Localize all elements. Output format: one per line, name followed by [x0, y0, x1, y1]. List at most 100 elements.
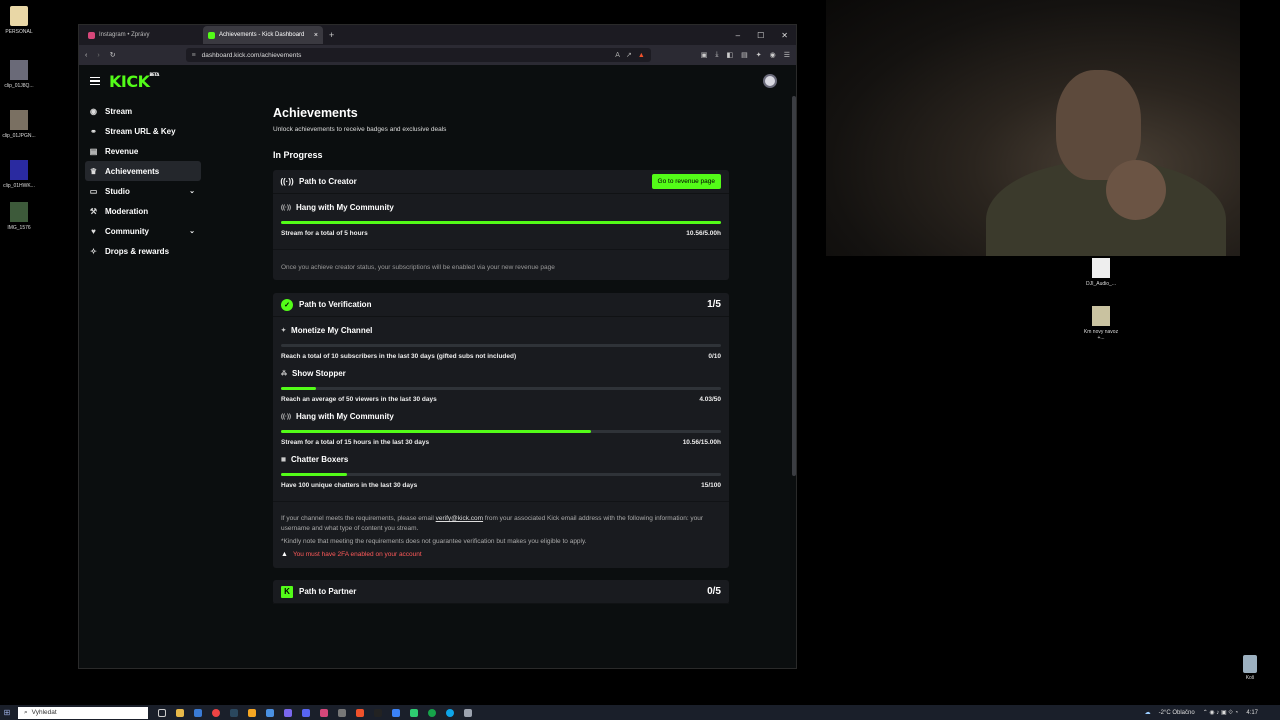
achievement-item: ((·)) Hang with My Community Stream for a… [273, 403, 729, 446]
achievement-title: Hang with My Community [296, 203, 394, 212]
recycle-bin[interactable]: Koš [1239, 655, 1261, 681]
translate-icon[interactable]: A [615, 52, 620, 59]
app-icon[interactable] [338, 708, 346, 717]
chat-icon: ◼ [281, 457, 286, 463]
desktop-icon-img[interactable]: IMG_1576 [0, 202, 38, 231]
wallet-icon[interactable]: ▤ [741, 51, 748, 59]
new-tab-button[interactable]: + [329, 30, 334, 40]
taskbar-apps [158, 708, 472, 717]
extension-icon[interactable]: ✦ [756, 51, 762, 59]
page-title: Achievements [273, 106, 358, 120]
back-icon[interactable]: ‹ [85, 52, 87, 59]
achievement-title: Chatter Boxers [290, 455, 349, 464]
achievement-item: ((·)) Hang with My Community Stream for a… [273, 194, 729, 237]
reload-icon[interactable]: ↻ [110, 51, 116, 59]
brave-shield-icon[interactable]: ▲ [638, 52, 645, 59]
sidebar-icon[interactable]: ◧ [726, 51, 733, 59]
system-tray: ☁ -2°C Oblačno ⌃ ◉ ♪ ▣ ⟐ ◔ 4:17 [1145, 709, 1280, 717]
task-view-icon[interactable] [158, 708, 166, 717]
go-to-revenue-button[interactable]: Go to revenue page [651, 174, 721, 189]
minimize-icon[interactable]: – [736, 31, 740, 40]
video-file-icon [10, 60, 28, 80]
achievement-item: ✦ Monetize My Channel Reach a total of 10… [273, 317, 729, 360]
card-title: Path to Verification [299, 300, 372, 309]
app-header: KICKBETA [79, 66, 796, 96]
file-explorer-icon[interactable] [176, 708, 184, 717]
main-content: Achievements Unlock achievements to rece… [273, 106, 733, 604]
search-placeholder: Vyhledat [31, 709, 57, 716]
desktop-icon-personal[interactable]: PERSONAL [0, 6, 38, 35]
reader-icon[interactable]: ▣ [701, 51, 708, 59]
desktop-icon-clip1[interactable]: clip_01J8Q... [0, 60, 38, 89]
weather-text[interactable]: -2°C Oblačno [1159, 710, 1195, 716]
sidebar-item-stream[interactable]: ◉ Stream [85, 101, 201, 121]
share-icon[interactable]: ↗ [626, 51, 632, 59]
app-icon[interactable] [302, 708, 310, 717]
sidebar-item-drops[interactable]: ✧ Drops & rewards [85, 241, 201, 261]
desktop-icon-clip2[interactable]: clip_01JPGN... [0, 110, 38, 139]
clock[interactable]: 4:17 [1246, 710, 1258, 716]
vpn-icon[interactable]: ◉ [770, 51, 776, 59]
edge-icon[interactable] [446, 708, 454, 717]
desktop-icon-dji-audio[interactable]: DJI_Audio_... [1082, 258, 1120, 287]
close-tab-icon[interactable]: × [314, 32, 318, 39]
sparkle-icon: ✦ [281, 328, 287, 334]
hamburger-menu-icon[interactable] [90, 77, 100, 85]
app-icon[interactable] [248, 708, 256, 717]
tray-icons[interactable]: ⌃ ◉ ♪ ▣ ⟐ ◔ [1203, 709, 1239, 717]
close-window-icon[interactable]: ✕ [781, 31, 788, 40]
steam-icon[interactable] [230, 708, 238, 717]
menu-icon[interactable]: ☰ [784, 51, 790, 59]
progress-fill [281, 387, 317, 390]
trophy-icon: ♛ [89, 166, 98, 176]
tab-achievements[interactable]: Achievements - Kick Dashboard × [203, 26, 323, 44]
achievement-item: ⁂ Show Stopper Reach an average of 50 vie… [273, 360, 729, 403]
sidebar-item-revenue[interactable]: ▤ Revenue [85, 141, 201, 161]
app-icon[interactable] [410, 708, 418, 717]
sidebar-item-moderation[interactable]: ⚒ Moderation [85, 201, 201, 221]
progress-bar [281, 344, 721, 347]
sidebar-item-stream-url[interactable]: ⚭ Stream URL & Key [85, 121, 201, 141]
weather-icon[interactable]: ☁ [1145, 709, 1151, 716]
sidebar-item-community[interactable]: ♥ Community ⌄ [85, 221, 201, 241]
maximize-icon[interactable]: ☐ [757, 31, 764, 40]
app-icon[interactable] [284, 708, 292, 717]
logo-text: KICK [109, 71, 150, 91]
video-file-icon [10, 160, 28, 180]
app-icon[interactable] [374, 708, 382, 717]
app-icon[interactable] [428, 708, 436, 717]
windows-start-icon[interactable]: ⊞ [0, 708, 14, 717]
desktop-icon-label: PERSONAL [5, 29, 33, 35]
hammer-icon: ⚒ [89, 206, 98, 216]
desktop-icon-km-novy[interactable]: Km novy navoz +... [1082, 306, 1120, 341]
app-icon[interactable] [266, 708, 274, 717]
address-bar[interactable]: ≡ dashboard.kick.com/achievements A ↗ ▲ [185, 48, 651, 62]
progress-bar [281, 473, 721, 476]
chrome-icon[interactable] [212, 708, 220, 717]
chevron-down-icon[interactable]: ⌄ [189, 187, 195, 195]
page-scrollbar[interactable] [792, 96, 796, 476]
card-header: K Path to Partner 0/5 [273, 580, 729, 604]
desktop-icon-label: clip_01HWK... [3, 183, 35, 189]
brave-icon[interactable] [356, 708, 364, 717]
warning-icon: ▲ [281, 551, 288, 558]
users-icon: ⁂ [281, 371, 287, 377]
card-count: 1/5 [707, 299, 721, 310]
sidebar-item-achievements[interactable]: ♛ Achievements [85, 161, 201, 181]
sidebar-item-studio[interactable]: ▭ Studio ⌄ [85, 181, 201, 201]
forward-icon[interactable]: › [97, 52, 99, 59]
app-icon[interactable] [464, 708, 472, 717]
user-avatar[interactable] [763, 74, 777, 88]
kick-logo[interactable]: KICKBETA [109, 72, 159, 91]
app-icon[interactable] [194, 708, 202, 717]
app-icon[interactable] [392, 708, 400, 717]
instagram-icon[interactable] [320, 708, 328, 717]
desktop-icon-clip3[interactable]: clip_01HWK... [0, 160, 38, 189]
achievement-value: 10.56/5.00h [686, 230, 721, 237]
verify-email-link[interactable]: verify@kick.com [436, 515, 483, 522]
download-icon[interactable]: ⤓ [715, 51, 718, 59]
tab-instagram[interactable]: Instagram • Zprávy [83, 26, 203, 44]
path-to-creator-card: ((·)) Path to Creator Go to revenue page… [273, 170, 729, 280]
chevron-down-icon[interactable]: ⌄ [189, 227, 195, 235]
taskbar-search[interactable]: ⌕ Vyhledat [18, 706, 148, 719]
